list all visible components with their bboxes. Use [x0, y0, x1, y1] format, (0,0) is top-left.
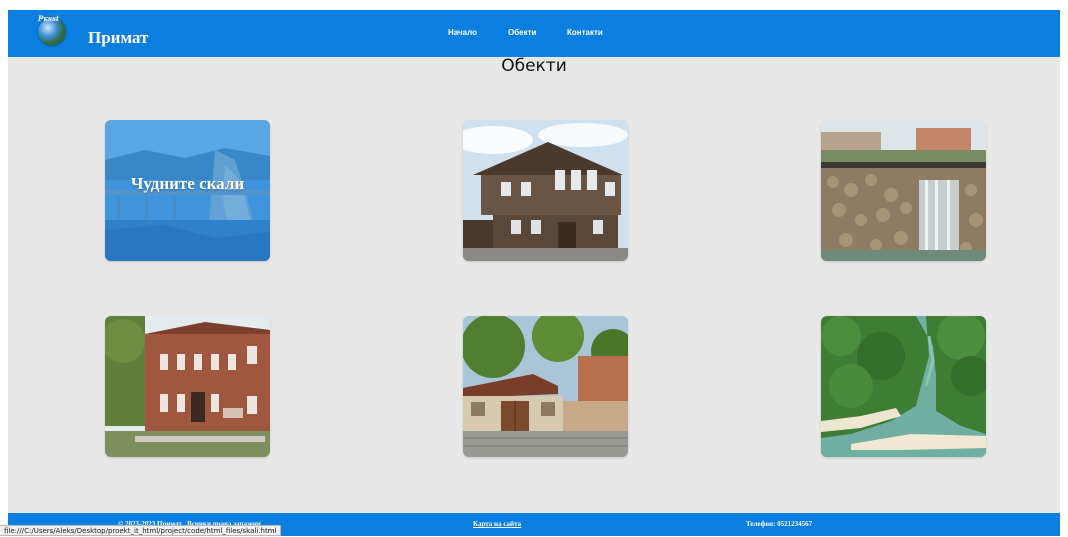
card-image-waterfall: [821, 120, 986, 261]
sitemap-link[interactable]: Карта на сайта: [473, 520, 521, 528]
object-card-house[interactable]: [463, 120, 628, 261]
card-image-house: [463, 120, 628, 261]
object-card-monastery[interactable]: [463, 316, 628, 457]
object-card-waterfall[interactable]: [821, 120, 986, 261]
nav-objects[interactable]: Обекти: [508, 28, 536, 37]
main-nav: Начало Обекти Контакти: [8, 28, 1060, 42]
object-card-museum[interactable]: [105, 316, 270, 457]
nav-contacts[interactable]: Контакти: [567, 28, 603, 37]
object-card-river[interactable]: [821, 316, 986, 457]
card-image-monastery: [463, 316, 628, 457]
page-body: Ркsst Примат Начало Обекти Контакти Обек…: [8, 10, 1060, 536]
object-card-skali[interactable]: Чудните скали: [105, 120, 270, 261]
browser-status-url: file:///C:/Users/Aleks/Desktop/proekt_it…: [0, 525, 282, 536]
site-header: Ркsst Примат Начало Обекти Контакти: [8, 10, 1060, 57]
page-title: Обекти: [501, 56, 567, 76]
logo-tag: Ркsst: [38, 14, 60, 23]
card-image-museum: [105, 316, 270, 457]
card-image-river: [821, 316, 986, 457]
card-caption-skali: Чудните скали: [130, 174, 245, 193]
nav-home[interactable]: Начало: [448, 28, 477, 37]
footer-phone: Телефон: 0521234567: [746, 520, 813, 528]
